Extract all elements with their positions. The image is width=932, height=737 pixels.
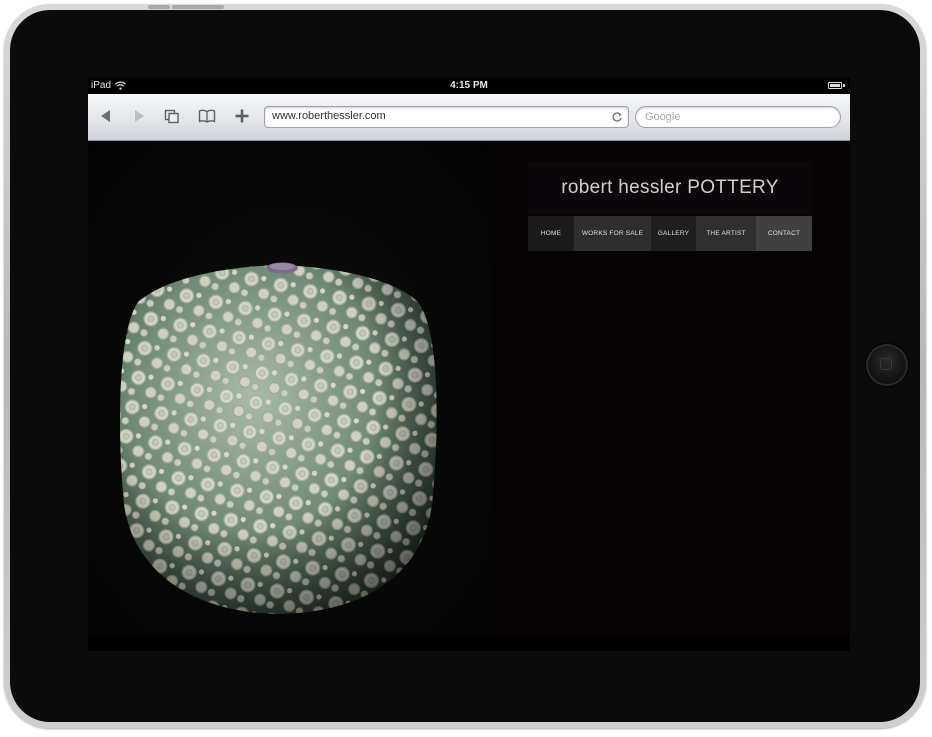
site-title: robert hessler POTTERY bbox=[561, 177, 779, 198]
page-bottom-strip bbox=[88, 636, 850, 651]
battery-tip bbox=[843, 84, 845, 87]
home-square-icon bbox=[880, 358, 892, 370]
bookmarks-icon[interactable] bbox=[198, 108, 216, 124]
pages-icon[interactable] bbox=[163, 108, 181, 124]
nav-the-artist[interactable]: THE ARTIST bbox=[696, 216, 756, 251]
hero-photo-panel bbox=[88, 144, 490, 636]
address-bar[interactable]: www.roberthessler.com bbox=[264, 106, 629, 128]
search-input[interactable]: Google bbox=[635, 106, 841, 128]
volume-button bbox=[148, 5, 170, 9]
add-icon[interactable] bbox=[233, 108, 251, 124]
nav-works-for-sale[interactable]: WORKS FOR SALE bbox=[574, 216, 651, 251]
site-header: robert hessler POTTERY bbox=[528, 162, 812, 214]
web-page: robert hessler POTTERY HOME WORKS FOR SA… bbox=[88, 144, 850, 651]
back-arrow-icon[interactable] bbox=[97, 108, 115, 124]
forward-arrow-icon[interactable] bbox=[130, 108, 148, 124]
browser-toolbar: www.roberthessler.com Google bbox=[88, 94, 850, 141]
device-screen: iPad 4:15 PM www.roberthessler.com Googl… bbox=[88, 78, 850, 651]
nav-contact[interactable]: CONTACT bbox=[756, 216, 812, 251]
battery-icon bbox=[828, 82, 842, 89]
url-text: www.roberthessler.com bbox=[272, 110, 386, 122]
search-placeholder: Google bbox=[645, 111, 681, 123]
site-nav: HOME WORKS FOR SALE GALLERY THE ARTIST C… bbox=[528, 216, 812, 251]
home-button[interactable] bbox=[866, 344, 908, 386]
lock-button bbox=[172, 5, 224, 9]
status-bar: iPad 4:15 PM bbox=[88, 78, 850, 94]
pottery-vase-image bbox=[88, 144, 490, 636]
nav-gallery[interactable]: GALLERY bbox=[651, 216, 696, 251]
nav-home[interactable]: HOME bbox=[528, 216, 574, 251]
reload-icon[interactable] bbox=[611, 111, 623, 123]
status-time: 4:15 PM bbox=[450, 80, 488, 91]
